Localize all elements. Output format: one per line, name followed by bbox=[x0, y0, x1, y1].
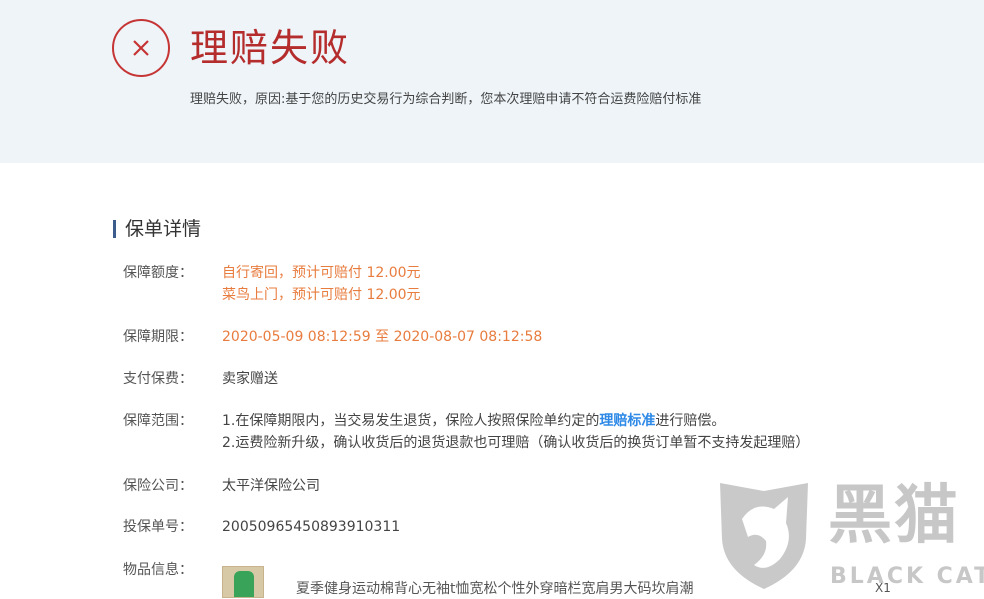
coverage-line-2: 菜鸟上门，预计可赔付 12.00元 bbox=[222, 287, 421, 303]
status-title: 理赔失败 bbox=[190, 26, 351, 70]
status-banner: 理赔失败 理赔失败，原因:基于您的历史交易行为综合判断，您本次理赔申请不符合运费… bbox=[0, 0, 984, 163]
watermark-cn: 黑猫 bbox=[828, 479, 960, 553]
payment-label: 支付保费： bbox=[123, 371, 193, 387]
payment-value: 卖家赠送 bbox=[222, 371, 278, 387]
section-accent-bar bbox=[113, 220, 116, 238]
scope-label: 保障范围： bbox=[123, 413, 193, 429]
scope-line-1-prefix: 1.在保障期限内，当交易发生退货，保险人按照保险单约定的 bbox=[222, 413, 600, 429]
item-label: 物品信息： bbox=[123, 562, 193, 578]
item-thumbnail[interactable] bbox=[222, 566, 264, 598]
coverage-label: 保障额度： bbox=[123, 265, 193, 281]
item-title[interactable]: 夏季健身运动棉背心无袖t恤宽松个性外穿暗栏宽肩男大码坎肩潮 bbox=[296, 579, 694, 599]
tank-top-image bbox=[234, 571, 254, 597]
company-label: 保险公司： bbox=[123, 478, 193, 494]
policy-no-value: 20050965450893910311 bbox=[222, 519, 401, 535]
black-cat-logo-icon bbox=[720, 483, 808, 589]
period-value: 2020-05-09 08:12:59 至 2020-08-07 08:12:5… bbox=[222, 329, 543, 345]
section-title: 保单详情 bbox=[125, 218, 202, 240]
watermark-en: BLACK CAT bbox=[830, 564, 984, 589]
claim-standard-link[interactable]: 理赔标准 bbox=[599, 413, 655, 429]
scope-line-1: 1.在保障期限内，当交易发生退货，保险人按照保险单约定的理赔标准进行赔偿。 bbox=[222, 411, 725, 431]
status-reason: 理赔失败，原因:基于您的历史交易行为综合判断，您本次理赔申请不符合运费险赔付标准 bbox=[190, 92, 702, 107]
scope-line-1-suffix: 进行赔偿。 bbox=[655, 413, 726, 429]
company-value: 太平洋保险公司 bbox=[222, 478, 320, 494]
fail-x-circle-icon bbox=[112, 19, 170, 77]
policy-no-label: 投保单号： bbox=[123, 519, 193, 535]
scope-line-2: 2.运费险新升级，确认收货后的退货退款也可理赔（确认收货后的换货订单暂不支持发起… bbox=[222, 435, 810, 451]
period-label: 保障期限： bbox=[123, 329, 193, 345]
coverage-line-1: 自行寄回，预计可赔付 12.00元 bbox=[222, 265, 421, 281]
